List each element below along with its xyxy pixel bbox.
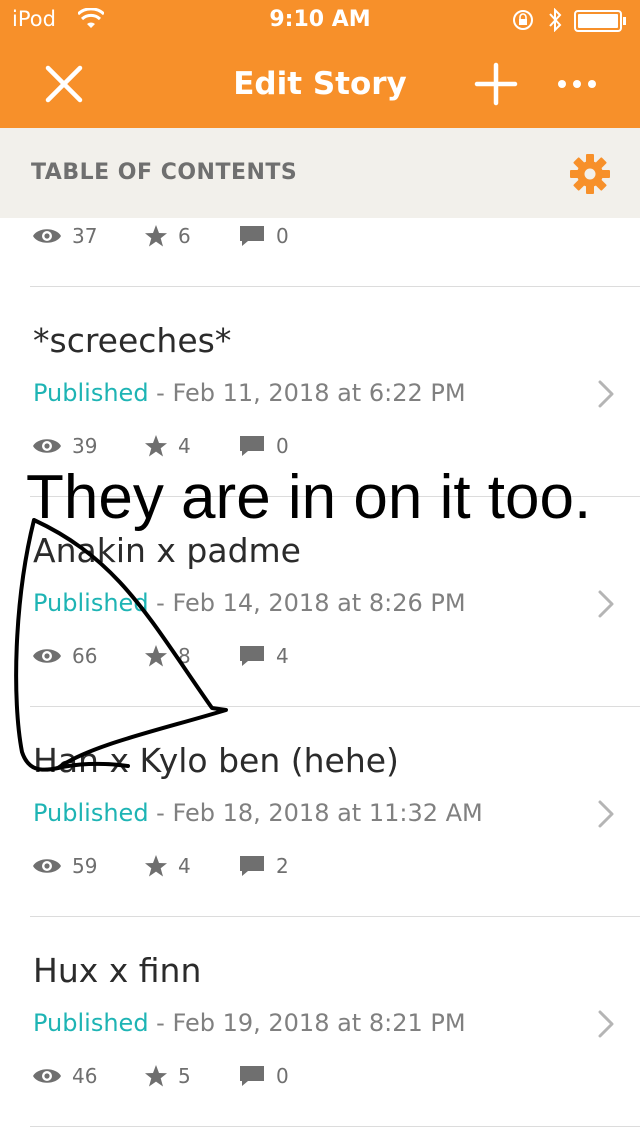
- story-stats: 46 5 0: [32, 1060, 452, 1092]
- chevron-right-icon[interactable]: [596, 799, 618, 829]
- story-stats: 59 4 2: [32, 850, 452, 882]
- views-icon: [33, 439, 61, 453]
- story-stats: 39 4 0: [32, 430, 452, 462]
- divider: [30, 1126, 640, 1127]
- comment-icon: [240, 646, 264, 666]
- more-icon[interactable]: [556, 76, 598, 92]
- chevron-right-icon[interactable]: [596, 589, 618, 619]
- overlay-caption: They are in on it too.: [26, 463, 592, 532]
- status-time: 9:10 AM: [269, 7, 371, 32]
- story-part-row[interactable]: Hux x finn Published - Feb 19, 2018 at 8:…: [0, 917, 640, 1127]
- part-title: Han x Kylo ben (hehe): [33, 741, 399, 780]
- story-part-row[interactable]: Han x Kylo ben (hehe) Published - Feb 18,…: [0, 707, 640, 917]
- comments-count: 0: [276, 1064, 289, 1088]
- page-title: Edit Story: [233, 66, 407, 102]
- story-stats: 66 8 4: [32, 640, 452, 672]
- status-bar: iPod 9:10 AM: [0, 0, 640, 40]
- comment-icon: [240, 436, 264, 456]
- part-title: Hux x finn: [33, 951, 202, 990]
- gear-icon[interactable]: [568, 152, 612, 196]
- published-status: Published: [33, 379, 149, 407]
- part-meta: Published - Feb 11, 2018 at 6:22 PM: [33, 379, 466, 407]
- part-meta: Published - Feb 19, 2018 at 8:21 PM: [33, 1009, 466, 1037]
- views-count: 39: [72, 434, 98, 458]
- chevron-right-icon[interactable]: [596, 1009, 618, 1039]
- views-count: 46: [72, 1064, 98, 1088]
- bluetooth-icon: [549, 8, 562, 32]
- comment-icon: [240, 226, 264, 246]
- comments-count: 4: [276, 644, 289, 668]
- comments-count: 0: [276, 434, 289, 458]
- views-count: 66: [72, 644, 98, 668]
- star-icon: [145, 435, 167, 457]
- votes-count: 4: [178, 434, 191, 458]
- published-status: Published: [33, 1009, 149, 1037]
- views-icon: [33, 229, 61, 243]
- publish-date: - Feb 11, 2018 at 6:22 PM: [148, 379, 466, 407]
- published-status: Published: [33, 799, 149, 827]
- chevron-right-icon[interactable]: [596, 379, 618, 409]
- published-status: Published: [33, 589, 149, 617]
- comments-count: 2: [276, 854, 289, 878]
- votes-count: 5: [178, 1064, 191, 1088]
- publish-date: - Feb 18, 2018 at 11:32 AM: [148, 799, 483, 827]
- battery-icon: [574, 10, 626, 32]
- views-icon: [33, 859, 61, 873]
- comments-count: 0: [276, 224, 289, 248]
- toc-label: TABLE OF CONTENTS: [31, 160, 298, 185]
- orientation-lock-icon: [513, 10, 533, 30]
- publish-date: - Feb 14, 2018 at 8:26 PM: [148, 589, 466, 617]
- part-meta: Published - Feb 18, 2018 at 11:32 AM: [33, 799, 483, 827]
- votes-count: 4: [178, 854, 191, 878]
- story-stats: 37 6 0: [32, 220, 452, 252]
- star-icon: [145, 645, 167, 667]
- views-count: 37: [72, 224, 98, 248]
- comment-icon: [240, 1066, 264, 1086]
- views-icon: [33, 649, 61, 663]
- votes-count: 6: [178, 224, 191, 248]
- part-meta: Published - Feb 14, 2018 at 8:26 PM: [33, 589, 466, 617]
- part-title: *screeches*: [33, 321, 232, 360]
- plus-icon[interactable]: [474, 62, 518, 106]
- part-title: Anakin x padme: [33, 531, 301, 570]
- top-bar: iPod 9:10 AM Edit Story: [0, 0, 640, 128]
- votes-count: 8: [178, 644, 191, 668]
- star-icon: [145, 225, 167, 247]
- views-icon: [33, 1069, 61, 1083]
- star-icon: [145, 855, 167, 877]
- star-icon: [145, 1065, 167, 1087]
- views-count: 59: [72, 854, 98, 878]
- publish-date: - Feb 19, 2018 at 8:21 PM: [148, 1009, 466, 1037]
- table-of-contents-header: TABLE OF CONTENTS: [0, 128, 640, 218]
- comment-icon: [240, 856, 264, 876]
